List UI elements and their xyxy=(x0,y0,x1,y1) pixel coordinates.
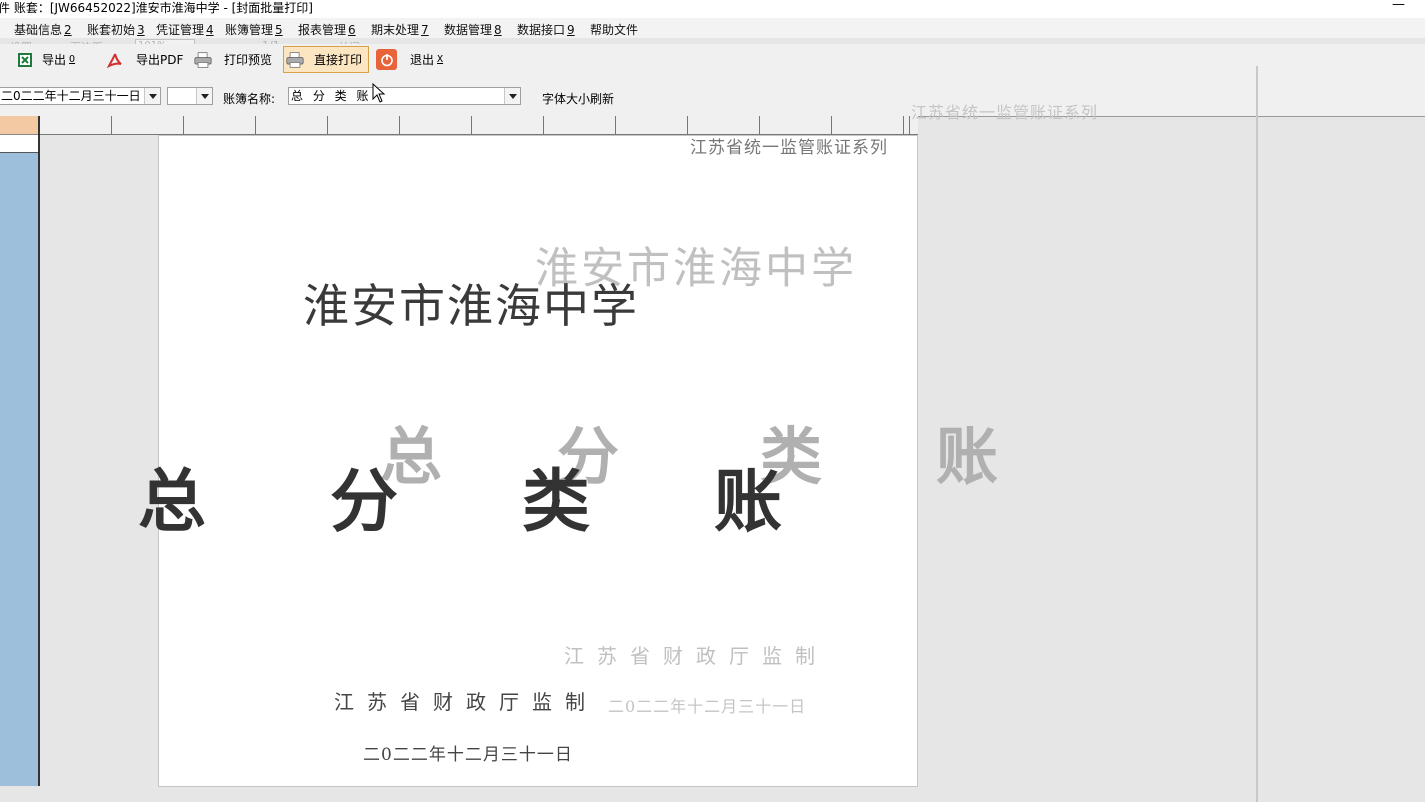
book-char: 类 xyxy=(522,462,591,542)
pdf-icon xyxy=(106,51,124,69)
grid-col[interactable] xyxy=(544,116,616,134)
ghost-series-text: 江苏省统一监管账证系列 xyxy=(911,103,1099,122)
grid-col[interactable] xyxy=(688,116,760,134)
book-name-select[interactable]: 总 分 类 账 xyxy=(288,87,521,105)
series-text: 江苏省统一监管账证系列 xyxy=(690,138,888,158)
menu-data-interface[interactable]: 数据接口 9 xyxy=(517,21,575,38)
school-name: 淮安市淮海中学 xyxy=(303,279,639,333)
book-char: 分 xyxy=(330,462,399,542)
date-select[interactable]: 二0二二年十二月三十一日 xyxy=(0,87,161,105)
filter-bar xyxy=(0,74,1425,116)
grid-col[interactable] xyxy=(832,116,904,134)
print-preview-button[interactable]: 打印预览 xyxy=(194,46,272,73)
menu-data-manage[interactable]: 数据管理 8 xyxy=(444,21,502,38)
exit-button[interactable]: 退出 X xyxy=(376,46,443,73)
secondary-select[interactable] xyxy=(167,87,213,105)
chevron-down-icon[interactable] xyxy=(196,88,212,104)
chevron-down-icon[interactable] xyxy=(144,88,160,104)
chevron-down-icon[interactable] xyxy=(504,88,520,104)
toolbar: 导出 O 导出PDF 打印预览 直接打印 退出 X xyxy=(0,44,1425,74)
printer-icon xyxy=(286,51,304,69)
menu-report[interactable]: 报表管理 6 xyxy=(298,21,356,38)
cover-date: 二0二二年十二月三十一日 xyxy=(363,745,573,765)
grid-col[interactable] xyxy=(616,116,688,134)
grid-col[interactable] xyxy=(400,116,472,134)
refresh-font-size-button[interactable]: 字体大小刷新 xyxy=(542,90,614,107)
grid-col[interactable] xyxy=(184,116,256,134)
menu-period-end[interactable]: 期末处理 7 xyxy=(371,21,429,38)
power-icon xyxy=(376,49,397,70)
grid-col[interactable] xyxy=(472,116,544,134)
direct-print-button[interactable]: 直接打印 xyxy=(283,46,370,73)
book-name-label: 账簿名称: xyxy=(223,92,276,106)
grid-col[interactable] xyxy=(760,116,832,134)
book-char: 账 xyxy=(714,462,783,542)
window-title: 件 账套：[JW66452022]淮安市淮海中学 - [封面批量打印] xyxy=(0,1,313,15)
menu-help[interactable]: 帮助文件 xyxy=(590,21,638,38)
grid-col[interactable] xyxy=(112,116,184,134)
grid-col[interactable] xyxy=(904,116,910,134)
authority-text: 江苏省财政厅监制 xyxy=(334,690,598,714)
grid-col[interactable] xyxy=(40,116,112,134)
title-bar: 件 账套：[JW66452022]淮安市淮海中学 - [封面批量打印] — xyxy=(0,0,1425,18)
book-char: 总 xyxy=(138,462,207,542)
printer-icon xyxy=(194,51,212,69)
ghost-book-char: 账 xyxy=(936,420,999,493)
ghost-date-text: 二0二二年十二月三十一日 xyxy=(608,697,807,716)
menu-voucher[interactable]: 凭证管理 4 xyxy=(156,21,214,38)
left-panel-row[interactable] xyxy=(0,135,38,153)
menu-ledger[interactable]: 账簿管理 5 xyxy=(225,21,283,38)
minimize-button[interactable]: — xyxy=(1392,0,1405,12)
left-panel-header xyxy=(0,116,38,135)
ghost-authority-text: 江苏省财政厅监制 xyxy=(564,644,828,668)
grid-col[interactable] xyxy=(256,116,328,134)
menu-basic-info[interactable]: 基础信息 2 xyxy=(14,21,72,38)
menu-account-init[interactable]: 账套初始 3 xyxy=(87,21,145,38)
excel-icon xyxy=(16,51,34,69)
grid-col[interactable] xyxy=(328,116,400,134)
left-panel xyxy=(0,116,40,786)
export-pdf-button[interactable]: 导出PDF xyxy=(106,46,183,73)
mouse-cursor-icon xyxy=(372,83,386,103)
page-edge xyxy=(1256,66,1258,802)
export-button[interactable]: 导出 O xyxy=(16,46,75,73)
menu-bar: 基础信息 2 账套初始 3 凭证管理 4 账簿管理 5 报表管理 6 期末处理 7 数据管理… xyxy=(0,18,1425,38)
